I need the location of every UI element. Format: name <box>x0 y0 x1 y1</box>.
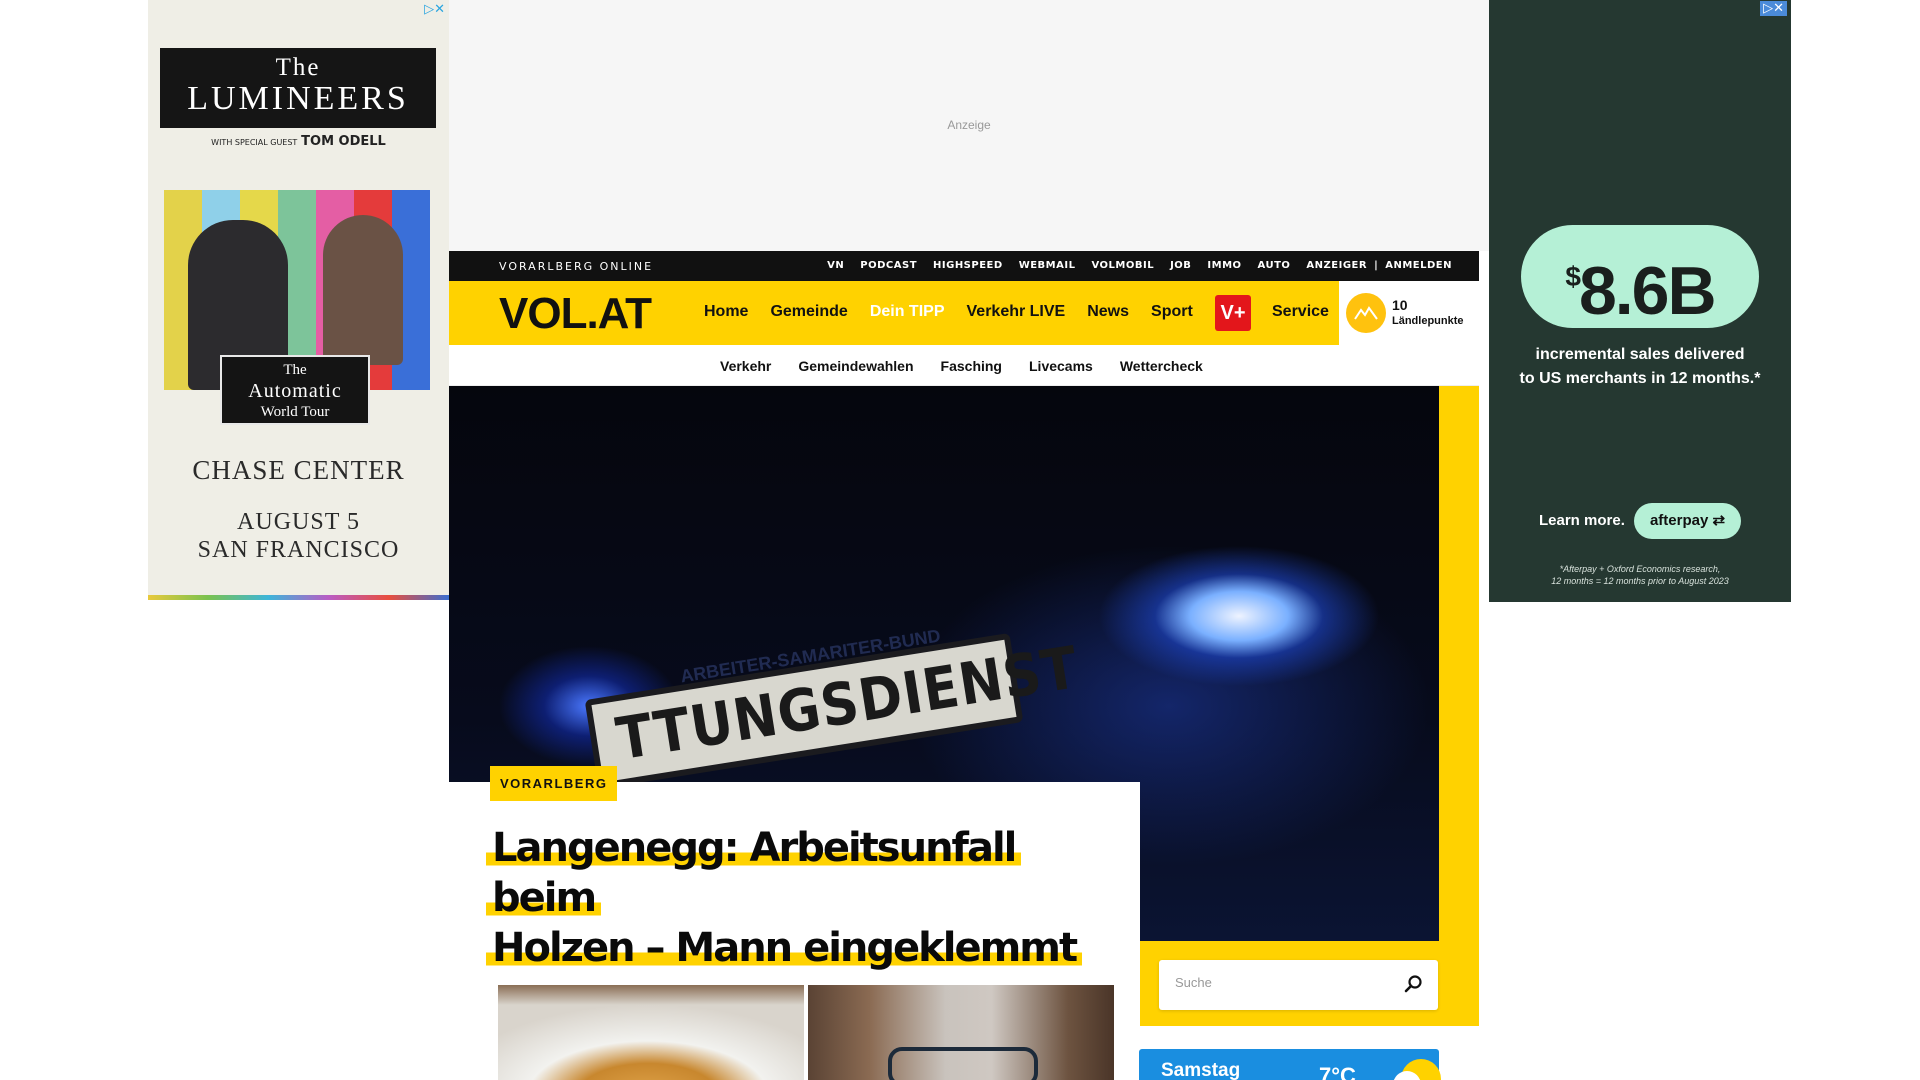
mountain-icon <box>1346 293 1386 333</box>
vplus-button[interactable]: V+ <box>1215 295 1251 331</box>
subnav-item-livecams[interactable]: Livecams <box>1029 358 1093 374</box>
ad-date-line1: AUGUST 5 <box>237 509 360 535</box>
nav-item-dein-tipp[interactable]: Dein TIPP <box>870 303 945 321</box>
ad-tour-line2: Automatic <box>248 380 342 402</box>
topbar-link-anmelden[interactable]: ANMELDEN <box>1385 260 1452 271</box>
ad-date: AUGUST 5 SAN FRANCISCO <box>148 508 449 564</box>
topbar-separator: | <box>1374 260 1379 271</box>
main-nav: VOL.AT Home Gemeinde Dein TIPP Verkehr L… <box>449 281 1339 345</box>
search-input[interactable] <box>1175 975 1395 990</box>
nav-item-news[interactable]: News <box>1087 303 1129 321</box>
ad-band-title: The LUMINEERS <box>160 48 436 128</box>
site-logo[interactable]: VOL.AT <box>499 289 652 339</box>
points-value: 10 <box>1392 297 1408 313</box>
ad-tour-line3: World Tour <box>260 404 330 420</box>
ad-guest-prefix: WITH SPECIAL GUEST <box>211 138 298 147</box>
ad-subtext-line1: incremental sales delivered <box>1535 346 1745 363</box>
ad-label: Anzeige <box>947 118 991 132</box>
subnav-item-fasching[interactable]: Fasching <box>941 358 1002 374</box>
ad-right-afterpay[interactable]: ▷✕ $8.6B incremental sales delivered to … <box>1489 0 1791 602</box>
ad-currency: $ <box>1565 261 1581 292</box>
top-bar: VORARLBERG ONLINE VN PODCAST HIGHSPEED W… <box>449 251 1479 281</box>
ad-band-the: The <box>275 54 321 81</box>
ad-band-name: LUMINEERS <box>187 80 409 117</box>
headline-line2: Holzen – Mann eingeklemmt <box>486 925 1083 971</box>
adchoices-icon[interactable]: ▷✕ <box>1760 1 1787 16</box>
glasses-shape <box>888 1047 1038 1080</box>
ad-date-line2: SAN FRANCISCO <box>197 537 400 563</box>
topbar-link-highspeed[interactable]: HIGHSPEED <box>933 260 1003 271</box>
search-icon[interactable] <box>1403 974 1423 999</box>
sub-nav: Verkehr Gemeindewahlen Fasching Livecams… <box>449 345 1479 386</box>
ad-fineprint-line1: *Afterpay + Oxford Economics research, <box>1559 564 1721 574</box>
ad-subtext-line2: to US merchants in 12 months.* <box>1519 370 1761 387</box>
article-headline[interactable]: Langenegg: Arbeitsunfall beim Holzen – M… <box>486 823 1126 973</box>
subnav-item-wettercheck[interactable]: Wettercheck <box>1120 358 1203 374</box>
ad-subtext: incremental sales delivered to US mercha… <box>1489 343 1791 391</box>
search-box <box>1159 960 1438 1010</box>
ad-band-member-2 <box>323 215 403 365</box>
page: ▷✕ The LUMINEERS WITH SPECIAL GUEST TOM … <box>0 0 1920 1080</box>
topbar-link-vn[interactable]: VN <box>827 260 844 271</box>
subnav-item-verkehr[interactable]: Verkehr <box>720 358 771 374</box>
ad-amount-pill: $8.6B <box>1521 225 1759 329</box>
ad-rainbow-strip <box>148 595 449 600</box>
nav-item-service[interactable]: Service <box>1272 303 1329 321</box>
nav-item-gemeinde[interactable]: Gemeinde <box>770 303 847 321</box>
nav-item-home[interactable]: Home <box>704 303 748 321</box>
nav-item-sport[interactable]: Sport <box>1151 303 1193 321</box>
weather-temp: 7°C <box>1319 1063 1356 1080</box>
points-label: Ländlepunkte <box>1392 315 1464 327</box>
top-ad-slot: Anzeige <box>449 0 1489 251</box>
adchoices-icon[interactable]: ▷✕ <box>424 2 445 17</box>
weather-day: Samstag <box>1161 1060 1241 1080</box>
topbar-link-immo[interactable]: IMMO <box>1207 260 1241 271</box>
ad-learn-more[interactable]: Learn more. <box>1539 512 1625 529</box>
topbar-link-anzeiger[interactable]: ANZEIGER <box>1306 260 1367 271</box>
headline-line1: Langenegg: Arbeitsunfall beim <box>486 825 1022 921</box>
main-nav-items: Home Gemeinde Dein TIPP Verkehr LIVE New… <box>704 303 1193 321</box>
ad-left-lumineers[interactable]: ▷✕ The LUMINEERS WITH SPECIAL GUEST TOM … <box>148 0 449 600</box>
top-bar-links: VN PODCAST HIGHSPEED WEBMAIL VOLMOBIL JO… <box>827 260 1452 271</box>
ad-tour-box: The Automatic World Tour <box>220 355 370 425</box>
ad-tour-line1: The <box>283 362 307 378</box>
topbar-link-auto[interactable]: AUTO <box>1258 260 1291 271</box>
topbar-link-job[interactable]: JOB <box>1170 260 1191 271</box>
ad-fineprint-line2: 12 months = 12 months prior to August 20… <box>1551 576 1729 586</box>
laendlepunkte-widget[interactable]: 10 Ländlepunkte <box>1339 281 1479 345</box>
sub-nav-items: Verkehr Gemeindewahlen Fasching Livecams… <box>720 358 1203 374</box>
nav-item-verkehr-live[interactable]: Verkehr LIVE <box>967 303 1066 321</box>
article-category-tag[interactable]: VORARLBERG <box>490 766 618 801</box>
topbar-link-webmail[interactable]: WEBMAIL <box>1019 260 1076 271</box>
ad-cta-button[interactable]: afterpay ⇄ <box>1634 503 1741 539</box>
weather-widget[interactable]: Samstag 7°C <box>1139 1049 1441 1080</box>
site-brand-text: VORARLBERG ONLINE <box>499 260 654 273</box>
ad-guest-name: TOM ODELL <box>301 134 386 149</box>
topbar-link-volmobil[interactable]: VOLMOBIL <box>1091 260 1154 271</box>
ad-guest: WITH SPECIAL GUEST TOM ODELL <box>148 134 449 149</box>
teaser-image-schnitzel[interactable] <box>498 985 804 1080</box>
teaser-image-portrait[interactable] <box>808 985 1114 1080</box>
topbar-link-podcast[interactable]: PODCAST <box>860 260 917 271</box>
subnav-item-gemeindewahlen[interactable]: Gemeindewahlen <box>798 358 913 374</box>
ad-venue: CHASE CENTER <box>192 455 405 485</box>
ad-fineprint: *Afterpay + Oxford Economics research, 1… <box>1489 563 1791 587</box>
ad-amount: 8.6B <box>1578 253 1717 329</box>
